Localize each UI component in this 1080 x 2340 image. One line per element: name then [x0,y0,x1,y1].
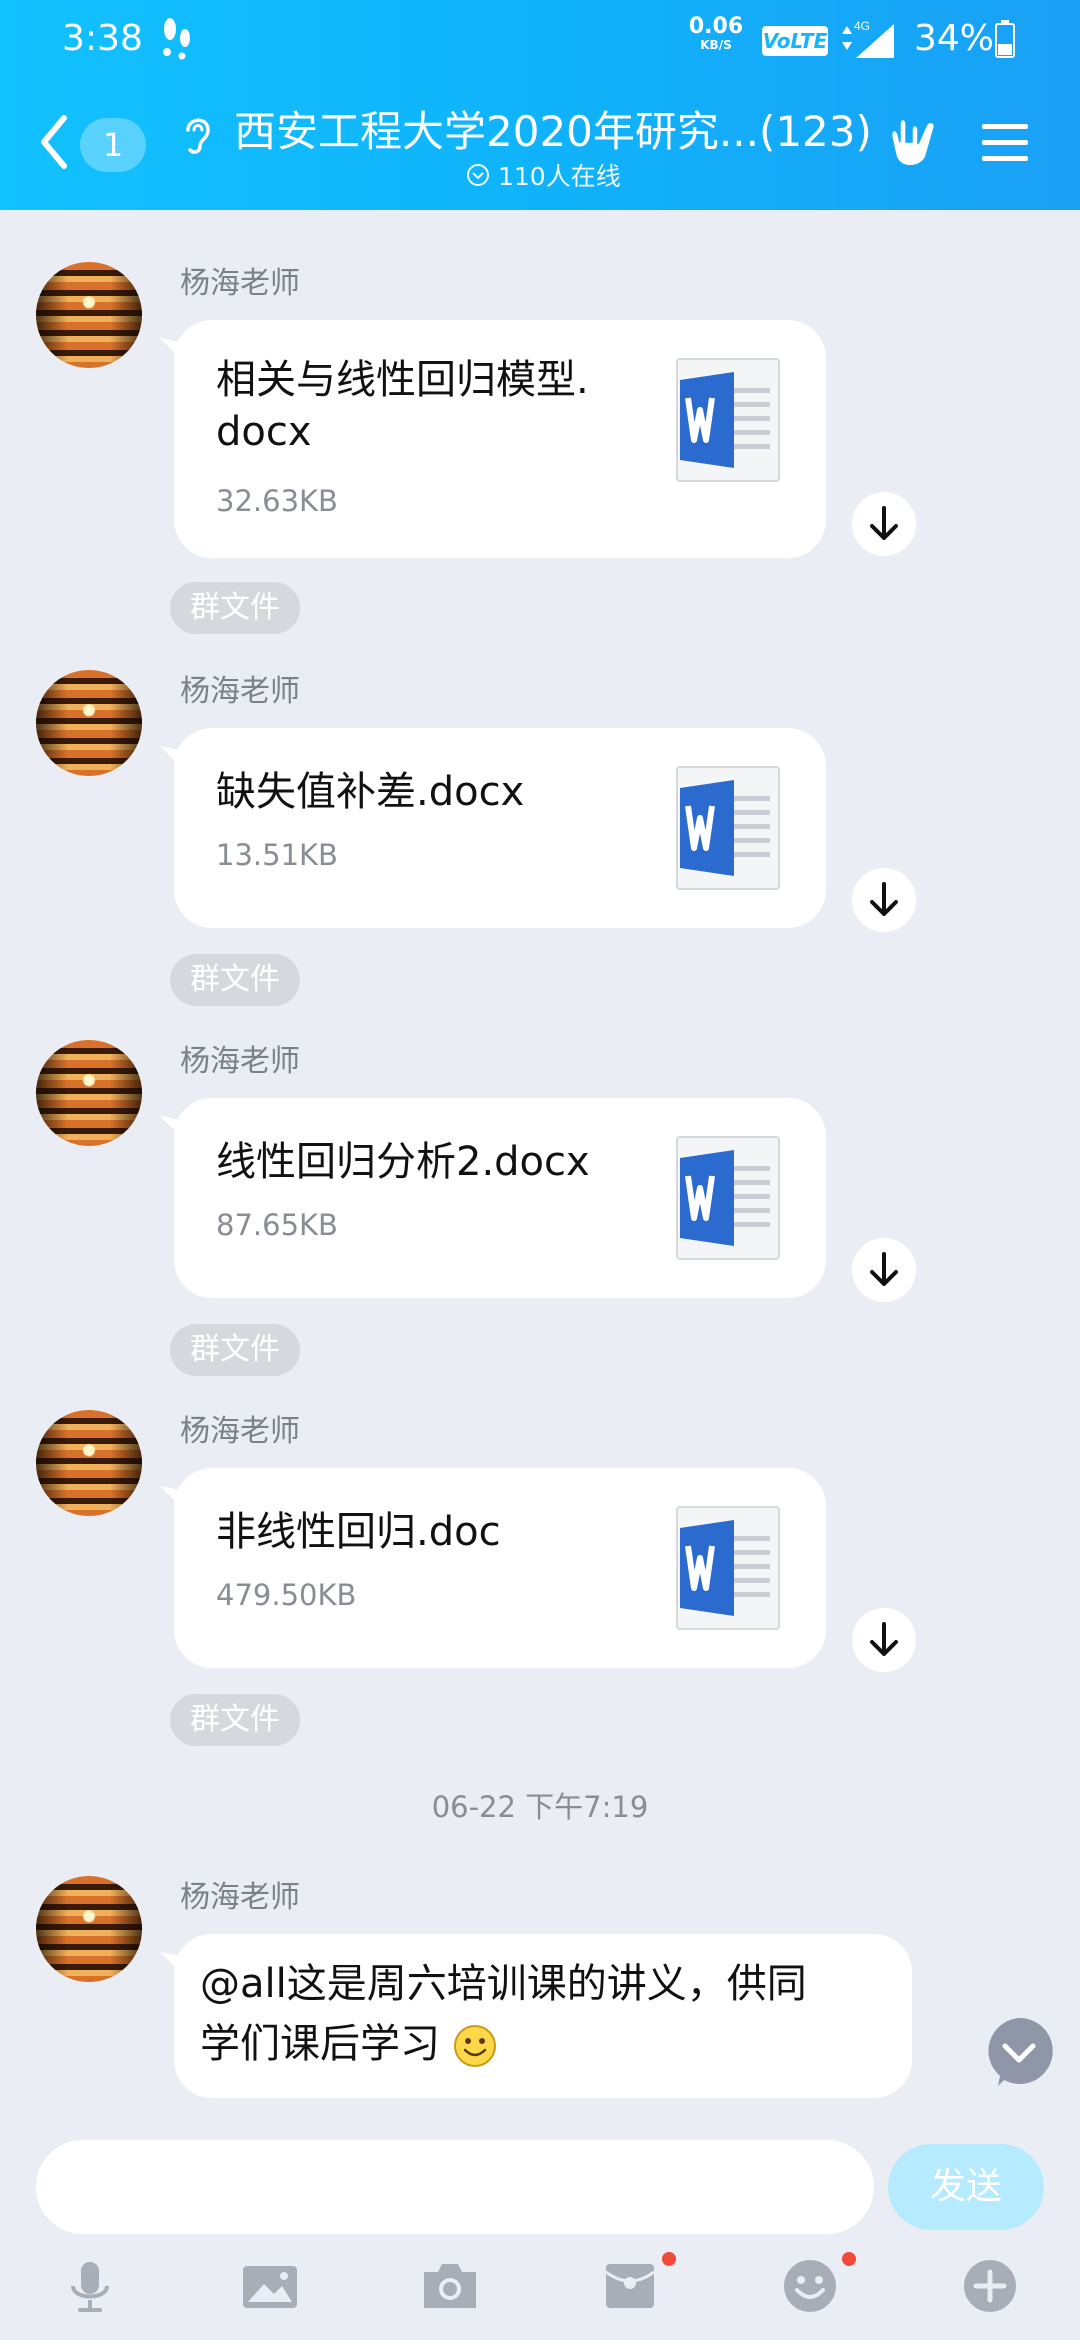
send-button[interactable]: 发送 [888,2144,1044,2230]
hand-gesture-icon[interactable] [886,116,940,172]
smile-emoji-icon [453,2025,496,2067]
group-file-tag: 群文件 [170,1324,300,1376]
file-size: 479.50KB [216,1578,357,1612]
file-bubble[interactable]: 线性回归分析2.docx 87.65KB [174,1098,826,1298]
plus-icon[interactable] [960,2256,1020,2316]
message-text: @all这是周六培训课的讲义，供同 学们课后学习 [200,1961,807,2067]
avatar[interactable] [36,670,142,776]
sender-name: 杨海老师 [180,1880,300,1915]
time-separator: 06-22 下午7:19 [431,1790,649,1824]
file-size: 87.65KB [216,1208,338,1242]
microphone-icon[interactable] [60,2256,120,2316]
avatar[interactable] [36,1040,142,1146]
battery-icon [995,20,1015,58]
menu-icon[interactable] [980,120,1030,166]
text-bubble[interactable]: @all这是周六培训课的讲义，供同 学们课后学习 [174,1934,912,2098]
volte-badge: VoLTE [762,26,828,56]
sender-name: 杨海老师 [180,1044,300,1079]
image-icon[interactable] [240,2256,300,2316]
file-bubble[interactable]: 缺失值补差.docx 13.51KB [174,728,826,928]
file-bubble[interactable]: 非线性回归.doc 479.50KB [174,1468,826,1668]
file-name: 相关与线性回归模型. docx [216,357,589,455]
svg-text:4G: 4G [854,19,870,33]
scroll-to-bottom-button[interactable] [984,2016,1054,2086]
file-name: 线性回归分析2.docx [216,1139,590,1185]
signal-icon: 4G [842,19,894,58]
file-size: 32.63KB [216,484,338,518]
download-button[interactable] [852,1238,916,1302]
word-file-icon [676,1136,780,1260]
red-packet-icon[interactable] [600,2256,660,2316]
download-button[interactable] [852,868,916,932]
avatar[interactable] [36,1876,142,1982]
battery-percent: 34% [914,18,995,59]
input-toolbar [0,2250,1080,2340]
sender-name: 杨海老师 [180,674,300,709]
group-file-tag: 群文件 [170,582,300,634]
emoji-icon[interactable] [780,2256,840,2316]
file-name: 缺失值补差.docx [216,769,525,815]
avatar[interactable] [36,262,142,368]
back-button[interactable] [36,112,72,172]
net-speed: 0.06 KB/S [688,14,744,53]
ear-icon[interactable] [180,112,214,158]
download-button[interactable] [852,492,916,556]
download-button[interactable] [852,1608,916,1672]
word-file-icon [676,766,780,890]
file-bubble[interactable]: 相关与线性回归模型. docx 32.63KB [174,320,826,558]
online-count[interactable]: 110人在线 [466,158,621,192]
word-file-icon [676,1506,780,1630]
camera-icon[interactable] [420,2256,480,2316]
avatar[interactable] [36,1410,142,1516]
message-input[interactable] [36,2140,874,2234]
status-bar: 3:38 0.06 KB/S VoLTE 4G 34% [0,0,1080,78]
status-time: 3:38 [62,18,143,59]
sender-name: 杨海老师 [180,1414,300,1449]
word-file-icon [676,358,780,482]
chat-header: 3:38 0.06 KB/S VoLTE 4G 34% 1 西安工程大学2020… [0,0,1080,210]
chat-title[interactable]: 西安工程大学2020年研究...(123) [234,98,874,159]
file-name: 非线性回归.doc [216,1509,501,1555]
unread-count-badge[interactable]: 1 [80,118,146,172]
group-file-tag: 群文件 [170,954,300,1006]
chevron-circle-icon [467,164,489,186]
notification-dot [662,2252,676,2266]
steps-icon [163,18,190,60]
group-file-tag: 群文件 [170,1694,300,1746]
sender-name: 杨海老师 [180,266,300,301]
notification-dot [842,2252,856,2266]
file-size: 13.51KB [216,838,338,872]
